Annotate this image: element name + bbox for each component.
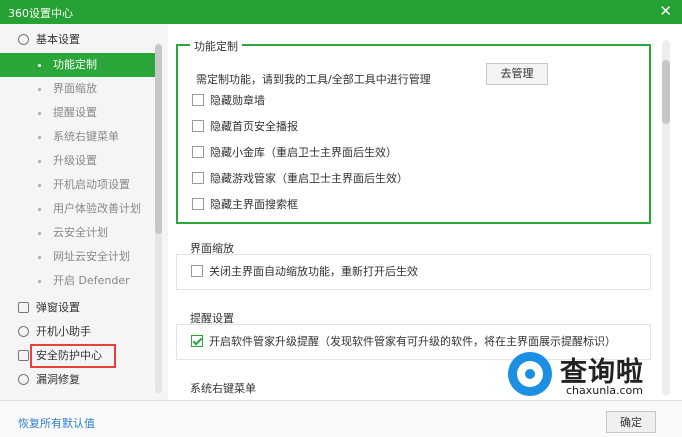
watermark-logo-icon bbox=[508, 352, 552, 396]
bullet-icon bbox=[38, 136, 41, 139]
bullet-icon bbox=[38, 256, 41, 259]
sidebar-group-label: 漏洞修复 bbox=[36, 373, 80, 386]
title-bar: 360设置中心 ✕ bbox=[0, 0, 682, 24]
sidebar-item-startup[interactable]: 开机启动项设置 bbox=[0, 173, 155, 197]
checkbox[interactable] bbox=[192, 94, 204, 106]
clock-icon bbox=[18, 326, 29, 337]
gear-icon bbox=[18, 34, 29, 45]
close-icon[interactable]: ✕ bbox=[659, 2, 672, 20]
footer: 恢复所有默认值 确定 bbox=[0, 400, 682, 437]
sidebar-item-context-menu[interactable]: 系统右键菜单 bbox=[0, 125, 155, 149]
sidebar-item-ux-plan[interactable]: 用户体验改善计划 bbox=[0, 197, 155, 221]
sidebar-group-patch[interactable]: 漏洞修复 bbox=[0, 368, 155, 392]
sidebar-item-label: 云安全计划 bbox=[53, 226, 108, 239]
bullet-icon bbox=[38, 112, 41, 115]
popup-icon bbox=[18, 302, 29, 313]
restore-defaults-link[interactable]: 恢复所有默认值 bbox=[18, 415, 95, 431]
checkbox[interactable] bbox=[192, 146, 204, 158]
option-label: 隐藏勋章墙 bbox=[210, 94, 265, 107]
sidebar-item-reminder[interactable]: 提醒设置 bbox=[0, 101, 155, 125]
watermark-url: chaxunla.com bbox=[566, 384, 643, 397]
sidebar-item-cloud-security[interactable]: 云安全计划 bbox=[0, 221, 155, 245]
sidebar-group-label: 基本设置 bbox=[36, 33, 80, 46]
bullet-icon bbox=[38, 208, 41, 211]
sidebar-group-boot-helper[interactable]: 开机小助手 bbox=[0, 320, 155, 344]
window-title: 360设置中心 bbox=[8, 7, 73, 20]
scrollbar-thumb[interactable] bbox=[155, 44, 162, 234]
option-label: 关闭主界面自动缩放功能，重新打开后生效 bbox=[209, 265, 418, 278]
checkbox[interactable] bbox=[192, 172, 204, 184]
bullet-icon bbox=[38, 232, 41, 235]
section-zoom: 关闭主界面自动缩放功能，重新打开后生效 bbox=[176, 254, 651, 290]
bug-icon bbox=[18, 374, 29, 385]
sidebar-group-basic[interactable]: 基本设置 bbox=[0, 28, 155, 52]
sidebar-item-label: 开机启动项设置 bbox=[53, 178, 130, 191]
sidebar-item-label: 开启 Defender bbox=[53, 274, 130, 287]
section-custom: 功能定制 需定制功能，请到我的工具/全部工具中进行管理 去管理 隐藏勋章墙 隐藏… bbox=[176, 38, 651, 224]
sidebar-scrollbar[interactable] bbox=[155, 44, 162, 394]
checkbox[interactable] bbox=[192, 198, 204, 210]
shield-icon bbox=[18, 350, 29, 361]
bullet-icon bbox=[38, 88, 41, 91]
section-title: 功能定制 bbox=[190, 38, 242, 54]
sidebar-item-label: 提醒设置 bbox=[53, 106, 97, 119]
bullet-icon bbox=[38, 64, 41, 67]
bullet-icon bbox=[38, 280, 41, 283]
sidebar-item-label: 界面缩放 bbox=[53, 82, 97, 95]
option-label: 隐藏小金库（重启卫士主界面后生效） bbox=[210, 146, 397, 159]
sidebar-item-label: 功能定制 bbox=[53, 58, 97, 71]
sidebar-group-label: 开机小助手 bbox=[36, 325, 91, 338]
checkbox-checked[interactable] bbox=[191, 335, 203, 347]
checkbox[interactable] bbox=[192, 120, 204, 132]
sidebar-item-defender[interactable]: 开启 Defender bbox=[0, 269, 155, 293]
option-label: 隐藏主界面搜索框 bbox=[210, 198, 298, 211]
option-label: 隐藏首页安全播报 bbox=[210, 120, 298, 133]
bullet-icon bbox=[38, 160, 41, 163]
section-description: 需定制功能，请到我的工具/全部工具中进行管理 bbox=[196, 73, 431, 86]
bullet-icon bbox=[38, 184, 41, 187]
sidebar-group-label: 弹窗设置 bbox=[36, 301, 80, 314]
main-scrollbar[interactable] bbox=[662, 40, 670, 396]
sidebar-item-label: 升级设置 bbox=[53, 154, 97, 167]
section-title-context-menu: 系统右键菜单 bbox=[190, 382, 256, 395]
sidebar-item-custom[interactable]: 功能定制 bbox=[0, 53, 155, 77]
option-label: 隐藏游戏管家（重启卫士主界面后生效） bbox=[210, 172, 408, 185]
sidebar-group-popup[interactable]: 弹窗设置 bbox=[0, 296, 155, 320]
ok-button[interactable]: 确定 bbox=[606, 411, 656, 433]
option-label: 开启软件管家升级提醒（发现软件管家有可升级的软件，将在主界面展示提醒标识） bbox=[209, 335, 616, 348]
manage-button[interactable]: 去管理 bbox=[486, 63, 548, 85]
sidebar-item-label: 系统右键菜单 bbox=[53, 130, 119, 143]
red-highlight-box bbox=[30, 344, 116, 368]
sidebar-item-label: 网址云安全计划 bbox=[53, 250, 130, 263]
sidebar-item-upgrade[interactable]: 升级设置 bbox=[0, 149, 155, 173]
sidebar-item-label: 用户体验改善计划 bbox=[53, 202, 141, 215]
sidebar-item-zoom[interactable]: 界面缩放 bbox=[0, 77, 155, 101]
scrollbar-thumb[interactable] bbox=[662, 60, 670, 124]
checkbox[interactable] bbox=[191, 265, 203, 277]
sidebar-item-url-cloud-security[interactable]: 网址云安全计划 bbox=[0, 245, 155, 269]
